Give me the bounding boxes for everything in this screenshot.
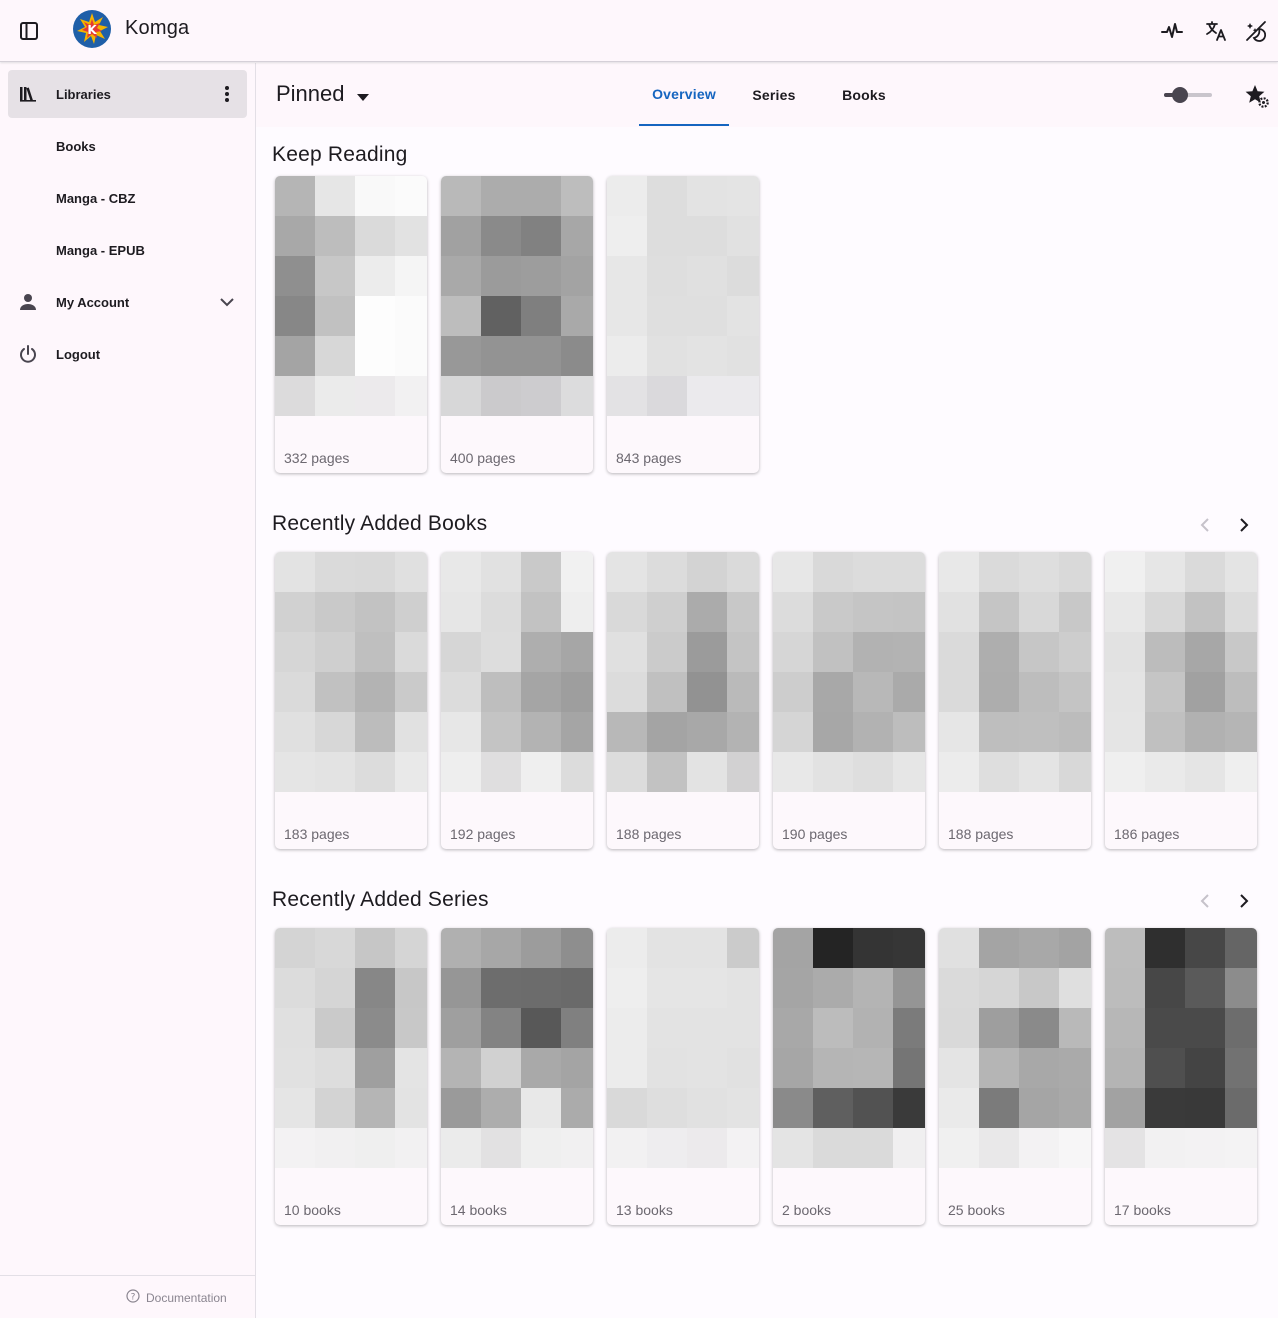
main-toolbar: Pinned Overview Series Books — [256, 63, 1278, 127]
cover-thumbnail — [275, 176, 427, 416]
star-settings-icon[interactable] — [1244, 83, 1270, 109]
library-selector-label: Pinned — [276, 81, 345, 106]
recent-book-card[interactable]: 183 pages — [275, 552, 427, 849]
card-caption: 13 books — [616, 1202, 673, 1218]
recent-series-card[interactable]: 25 books — [939, 928, 1091, 1225]
tab-series[interactable]: Series — [729, 63, 819, 126]
svg-text:?: ? — [131, 1293, 136, 1303]
power-icon — [16, 342, 40, 366]
recent-series-card[interactable]: 2 books — [773, 928, 925, 1225]
more-vertical-icon[interactable] — [215, 82, 239, 106]
card-caption: 2 books — [782, 1202, 832, 1218]
sidebar-item-libraries[interactable]: Libraries — [8, 70, 247, 118]
card-caption: 186 pages — [1114, 826, 1180, 842]
documentation-link[interactable]: ? Documentation — [126, 1289, 227, 1306]
recent-book-card[interactable]: 192 pages — [441, 552, 593, 849]
cover-thumbnail — [607, 552, 759, 792]
recent-series-card[interactable]: 10 books — [275, 928, 427, 1225]
komga-logo[interactable]: K — [72, 9, 112, 49]
keep-reading-book-card[interactable]: 843 pages — [607, 176, 759, 473]
sidebar-item-label: Manga - EPUB — [56, 242, 145, 258]
previous-arrow-icon[interactable] — [1192, 513, 1216, 537]
sidebar: Libraries Books Manga - CBZ Manga - EPUB… — [0, 63, 256, 1318]
cover-thumbnail — [441, 928, 593, 1168]
cover-thumbnail — [607, 176, 759, 416]
card-caption: 188 pages — [948, 826, 1014, 842]
chevron-down-icon[interactable] — [215, 290, 239, 314]
cover-thumbnail — [939, 552, 1091, 792]
card-caption: 14 books — [450, 1202, 507, 1218]
sidebar-item-label: Libraries — [56, 86, 111, 102]
cover-thumbnail — [1105, 552, 1257, 792]
card-caption: 190 pages — [782, 826, 848, 842]
card-caption: 843 pages — [616, 450, 682, 466]
translate-icon[interactable] — [1201, 16, 1231, 46]
cover-thumbnail — [1105, 928, 1257, 1168]
sidebar-footer-divider — [0, 1275, 255, 1276]
app-title: Komga — [125, 17, 190, 39]
card-caption: 10 books — [284, 1202, 341, 1218]
section-title-keep-reading: Keep Reading — [272, 143, 408, 166]
help-circle-icon: ? — [126, 1289, 140, 1306]
sidebar-item-label: My Account — [56, 294, 130, 310]
recent-book-card[interactable]: 190 pages — [773, 552, 925, 849]
sidebar-item-manga-epub[interactable]: Manga - EPUB — [8, 226, 247, 274]
slider-thumb[interactable] — [1172, 87, 1188, 103]
cover-thumbnail — [275, 552, 427, 792]
app-bar: K Komga — [0, 0, 1278, 62]
activity-pulse-icon[interactable] — [1157, 16, 1187, 46]
library-selector[interactable]: Pinned — [276, 81, 369, 107]
recent-book-card[interactable]: 188 pages — [607, 552, 759, 849]
cover-thumbnail — [939, 928, 1091, 1168]
sidebar-item-manga-cbz[interactable]: Manga - CBZ — [8, 174, 247, 222]
cover-thumbnail — [773, 928, 925, 1168]
sidebar-item-my-account[interactable]: My Account — [8, 278, 247, 326]
section-title-recently-added-books: Recently Added Books — [272, 512, 488, 535]
cover-thumbnail — [773, 552, 925, 792]
next-arrow-icon[interactable] — [1232, 513, 1256, 537]
cover-thumbnail — [441, 552, 593, 792]
sidebar-toggle-icon[interactable] — [14, 16, 44, 46]
keep-reading-book-card[interactable]: 400 pages — [441, 176, 593, 473]
card-size-slider[interactable] — [1164, 85, 1212, 105]
cover-thumbnail — [441, 176, 593, 416]
card-caption: 332 pages — [284, 450, 350, 466]
card-caption: 192 pages — [450, 826, 516, 842]
keep-reading-book-card[interactable]: 332 pages — [275, 176, 427, 473]
card-caption: 25 books — [948, 1202, 1005, 1218]
card-caption: 17 books — [1114, 1202, 1171, 1218]
recent-series-card[interactable]: 14 books — [441, 928, 593, 1225]
cover-thumbnail — [275, 928, 427, 1168]
section-title-recently-added-series: Recently Added Series — [272, 888, 489, 911]
cover-thumbnail — [607, 928, 759, 1168]
tab-books[interactable]: Books — [819, 63, 909, 126]
sidebar-item-logout[interactable]: Logout — [8, 330, 247, 378]
sidebar-item-label: Books — [56, 138, 96, 154]
recent-book-card[interactable]: 186 pages — [1105, 552, 1257, 849]
documentation-label: Documentation — [146, 1290, 227, 1305]
caret-down-icon — [356, 81, 369, 107]
card-caption: 188 pages — [616, 826, 682, 842]
account-icon — [16, 290, 40, 314]
card-caption: 400 pages — [450, 450, 516, 466]
recent-series-card[interactable]: 13 books — [607, 928, 759, 1225]
sidebar-item-books[interactable]: Books — [8, 122, 247, 170]
next-arrow-icon[interactable] — [1232, 889, 1256, 913]
sidebar-item-label: Manga - CBZ — [56, 190, 136, 206]
tab-overview[interactable]: Overview — [639, 63, 729, 126]
sidebar-item-label: Logout — [56, 346, 101, 362]
card-caption: 183 pages — [284, 826, 350, 842]
library-icon — [16, 82, 40, 106]
previous-arrow-icon[interactable] — [1192, 889, 1216, 913]
svg-text:K: K — [87, 23, 97, 37]
recent-series-card[interactable]: 17 books — [1105, 928, 1257, 1225]
theme-toggle-icon[interactable] — [1241, 16, 1271, 46]
recent-book-card[interactable]: 188 pages — [939, 552, 1091, 849]
